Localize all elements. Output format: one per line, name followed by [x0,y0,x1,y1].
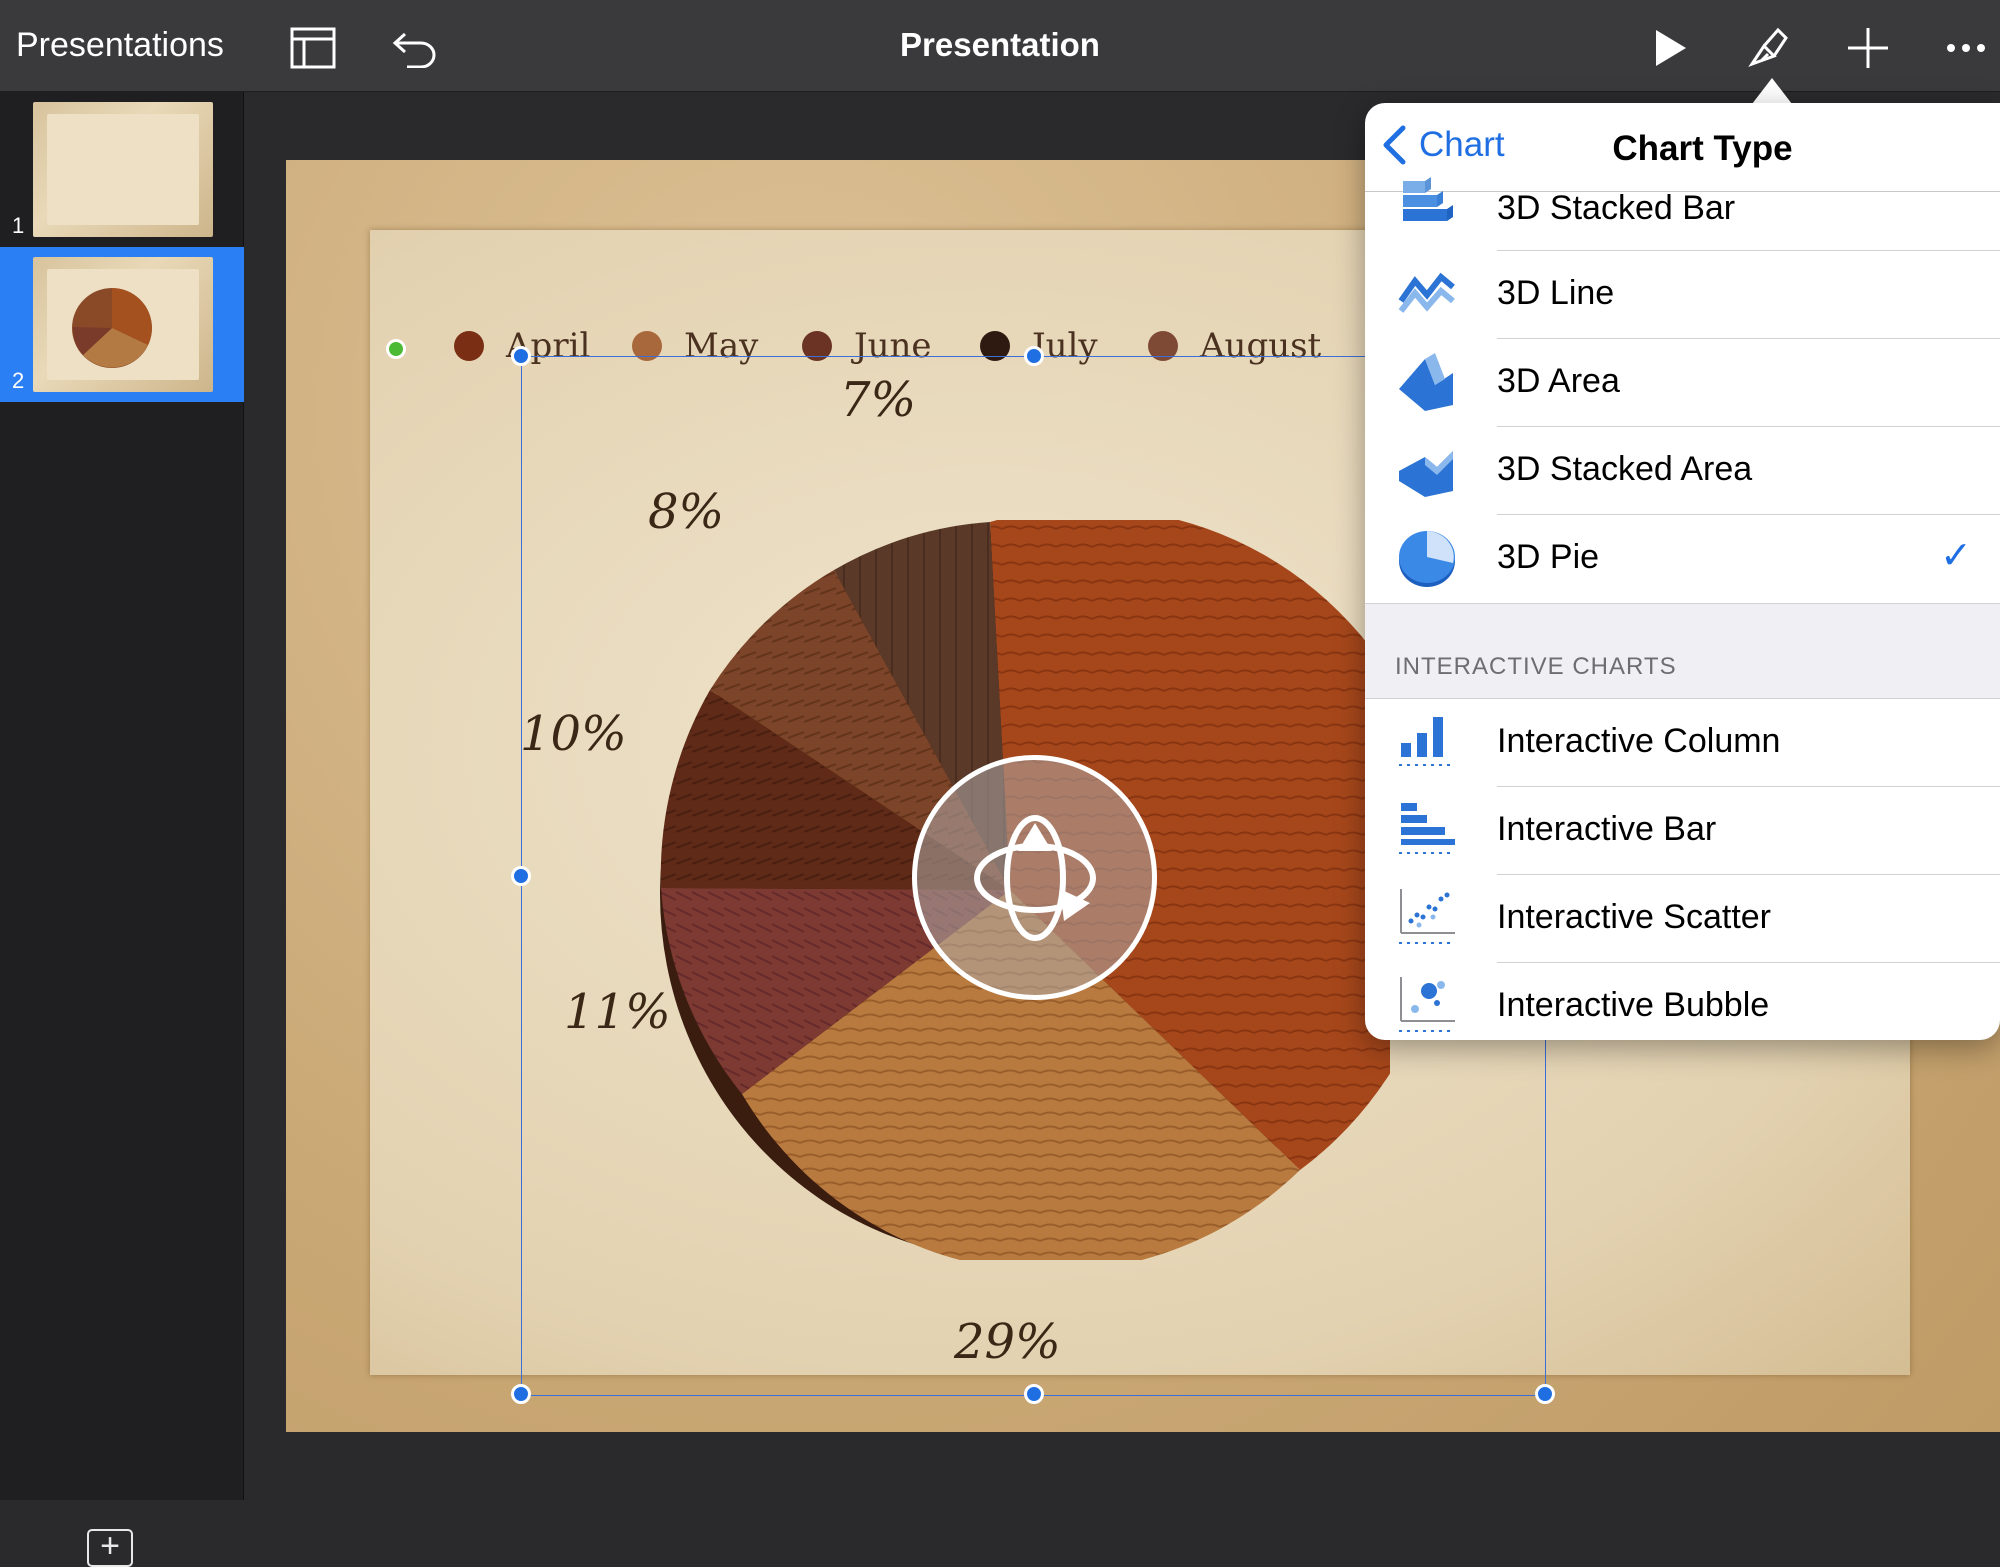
legend-item-august: August [1148,326,1321,366]
slide-thumbnail-2[interactable]: 2 [0,247,244,402]
interactive-bubble-icon [1399,977,1455,1032]
chart-type-label: Interactive Scatter [1497,898,1772,936]
3d-area-icon [1399,353,1453,411]
chart-type-label: Interactive Column [1497,722,1781,760]
legend-selection-handle[interactable] [386,339,406,359]
slide-thumbnail-image [33,102,213,237]
chart-type-3d-line[interactable]: 3D Line [1365,251,2000,339]
slide-thumbnail-1[interactable]: 1 [0,92,244,247]
legend-swatch [1148,331,1178,361]
chart-back-button[interactable]: Chart [1381,125,1505,165]
rotate-3d-control[interactable] [912,755,1157,1000]
chart-type-interactive-bubble[interactable]: Interactive Bubble [1365,963,2000,1040]
format-paintbrush-icon[interactable] [1738,18,1798,78]
section-divider [1365,603,2000,699]
resize-handle-left[interactable] [511,866,531,886]
chart-type-label: Interactive Bar [1497,810,1717,848]
chart-type-popover: Chart Chart Type 3D Stacked Bar 3D Line … [1365,103,2000,1040]
pie-label: 11% [564,984,671,1040]
legend-swatch [802,331,832,361]
legend-swatch [632,331,662,361]
interactive-bar-icon [1399,803,1455,854]
chart-type-interactive-column[interactable]: Interactive Column [1365,699,2000,787]
chart-type-label: 3D Area [1497,362,1620,400]
add-icon[interactable] [1838,18,1898,78]
toolbar: Presentations Presentation [0,0,2000,92]
presentations-back-button[interactable]: Presentations [16,26,224,65]
pie-label: 8% [648,484,725,540]
resize-handle-top[interactable] [1024,346,1044,366]
slide-number: 1 [12,213,25,238]
chart-type-3d-stacked-area[interactable]: 3D Stacked Area [1365,427,2000,515]
chart-type-label: 3D Stacked Area [1497,450,1753,488]
popover-arrow [1752,78,1792,104]
play-icon[interactable] [1640,18,1700,78]
resize-handle-bottom-left[interactable] [511,1384,531,1404]
thumbnail-pie-icon [72,288,152,368]
chevron-left-icon [1383,125,1406,165]
chart-type-label: 3D Line [1497,274,1615,312]
legend-item-may: May [632,326,758,366]
chart-type-3d-stacked-bar[interactable]: 3D Stacked Bar [1365,175,2000,251]
interactive-column-icon [1399,717,1453,766]
3d-stacked-area-icon [1399,451,1453,497]
slide-thumbnail-image [33,257,213,392]
pie-label: 10% [520,706,627,762]
chart-type-label: Interactive Bubble [1497,986,1770,1024]
chart-type-label: 3D Pie [1497,538,1600,576]
interactive-scatter-icon [1399,889,1455,944]
legend-label: May [684,326,759,366]
more-icon[interactable] [1936,18,1996,78]
chart-type-interactive-bar[interactable]: Interactive Bar [1365,787,2000,875]
resize-handle-bottom-right[interactable] [1535,1384,1555,1404]
legend-swatch [980,331,1010,361]
section-header-interactive-charts: INTERACTIVE CHARTS [1395,653,1677,680]
chart-type-3d-pie[interactable]: 3D Pie ✓ [1365,515,2000,603]
legend-item-june: June [802,326,932,366]
resize-handle-top-left[interactable] [511,346,531,366]
pie-label: 7% [840,372,917,428]
3d-line-icon [1398,272,1455,313]
3d-pie-icon [1399,531,1455,587]
3d-stacked-bar-icon [1403,177,1453,221]
checkmark-icon: ✓ [1940,535,1972,577]
slide-navigator: 1 2 + [0,92,244,1567]
slide-number: 2 [12,368,25,393]
chart-type-3d-area[interactable]: 3D Area [1365,339,2000,427]
add-slide-button[interactable]: + [87,1529,133,1567]
legend-swatch [454,331,484,361]
chart-type-interactive-scatter[interactable]: Interactive Scatter [1365,875,2000,963]
rotate-3d-icon [973,814,1096,941]
resize-handle-bottom[interactable] [1024,1384,1044,1404]
undo-icon[interactable] [385,18,445,78]
back-label: Chart [1419,125,1505,164]
pie-label: 29% [954,1314,1061,1370]
slide-layout-icon[interactable] [283,18,343,78]
chart-type-label: 3D Stacked Bar [1497,189,1736,227]
legend-label: August [1200,326,1322,366]
legend-label: June [854,326,932,366]
